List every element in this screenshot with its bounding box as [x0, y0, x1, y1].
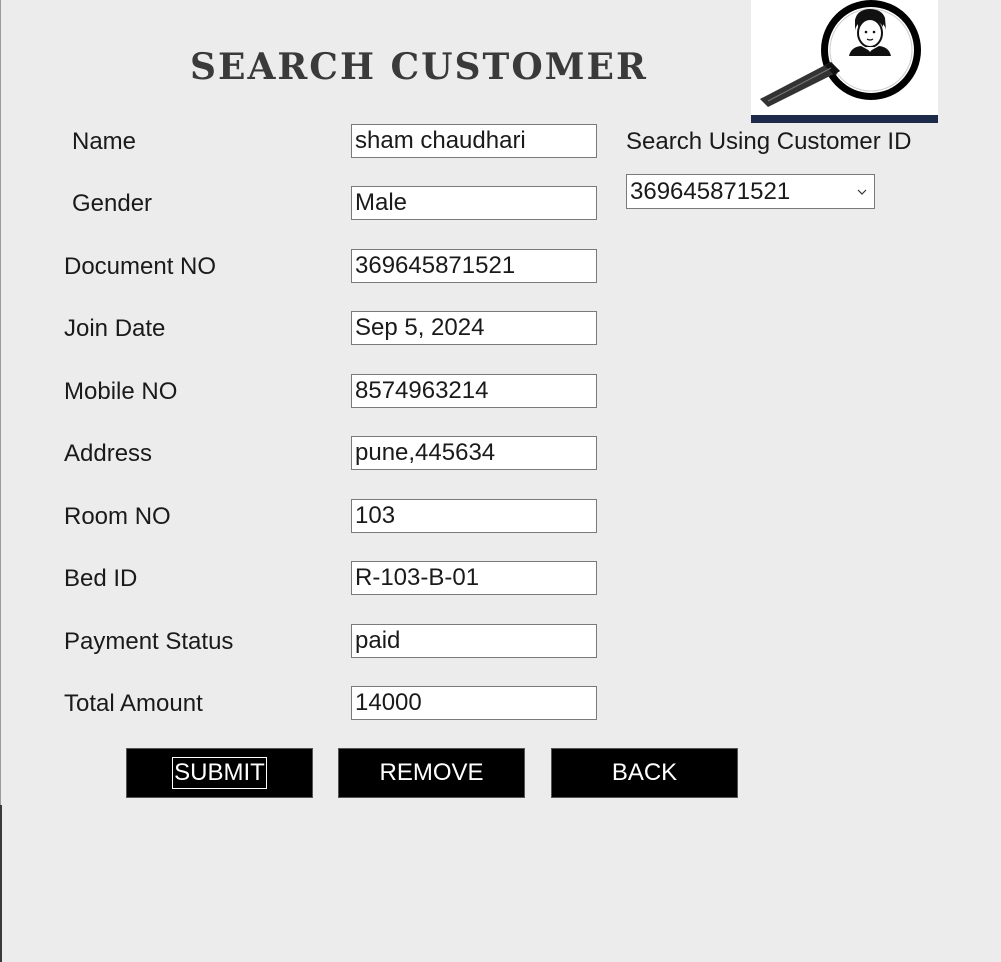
gender-field[interactable] [351, 186, 597, 220]
submit-button[interactable]: SUBMIT [126, 748, 313, 798]
address-field[interactable] [351, 436, 597, 470]
search-customer-logo [751, 0, 938, 123]
payment-status-label: Payment Status [64, 628, 234, 655]
logo-bottom-strip [751, 115, 938, 123]
page-title: SEARCH CUSTOMER [190, 46, 648, 88]
total-amount-label: Total Amount [64, 690, 203, 717]
name-label: Name [72, 128, 137, 155]
name-field[interactable] [351, 124, 597, 158]
magnifier-user-icon [760, 0, 921, 107]
remove-button[interactable]: REMOVE [338, 748, 525, 798]
room-no-field[interactable] [351, 499, 597, 533]
bed-id-label: Bed ID [64, 565, 138, 592]
join-date-field[interactable] [351, 311, 597, 345]
mobile-no-field[interactable] [351, 374, 597, 408]
chevron-down-icon[interactable] [854, 175, 870, 208]
payment-status-field[interactable] [351, 624, 597, 658]
remove-button-label: REMOVE [379, 759, 484, 786]
back-button[interactable]: BACK [551, 748, 738, 798]
mobile-no-label: Mobile NO [64, 378, 178, 405]
document-no-field[interactable] [351, 249, 597, 283]
room-no-label: Room NO [64, 503, 171, 530]
bed-id-field[interactable] [351, 561, 597, 595]
submit-button-label: SUBMIT [172, 757, 267, 789]
customer-id-select[interactable]: 369645871521 [626, 174, 875, 209]
customer-id-selected-value: 369645871521 [630, 178, 791, 205]
join-date-label: Join Date [64, 315, 166, 342]
window-left-edge-shadow [0, 805, 2, 962]
document-no-label: Document NO [64, 253, 217, 280]
gender-label: Gender [72, 190, 153, 217]
back-button-label: BACK [611, 759, 678, 786]
total-amount-field[interactable] [351, 686, 597, 720]
address-label: Address [64, 440, 153, 467]
search-customer-id-label: Search Using Customer ID [626, 128, 912, 155]
